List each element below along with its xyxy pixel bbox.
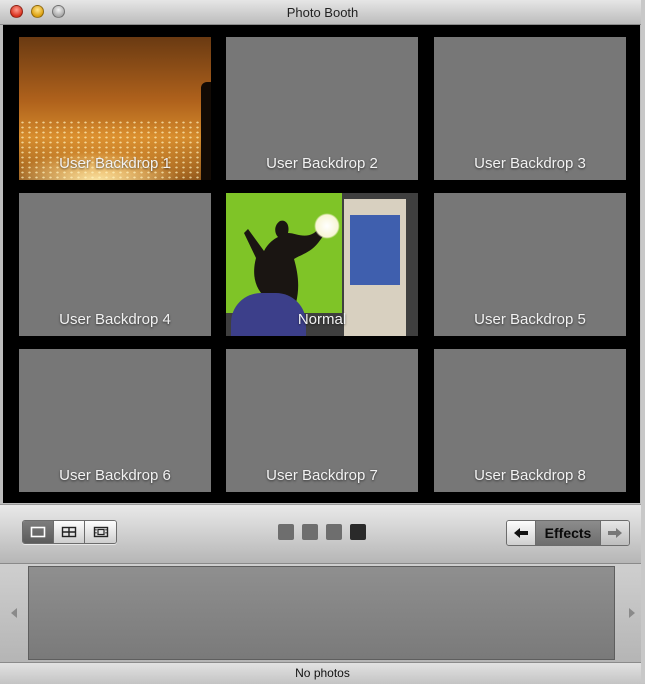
effect-tile-user-backdrop-1[interactable]: User Backdrop 1 <box>19 37 211 180</box>
effects-grid: User Backdrop 1 User Backdrop 2 User Bac… <box>3 25 640 503</box>
status-bar: No photos <box>0 662 645 684</box>
view-mode-control <box>22 520 117 544</box>
effect-tile-label: User Backdrop 2 <box>266 155 378 172</box>
toolbar: Effects <box>0 504 645 563</box>
effect-tile-label: User Backdrop 1 <box>59 155 171 172</box>
title-bar[interactable]: Photo Booth <box>0 0 645 25</box>
effects-button[interactable]: Effects <box>535 521 601 545</box>
photo-booth-window: Photo Booth User Backdrop 1 User Backdro… <box>0 0 645 684</box>
movie-icon <box>93 526 108 538</box>
page-dot-4[interactable] <box>350 524 366 540</box>
tray-scroll-left-button[interactable] <box>0 564 27 662</box>
effect-tile-user-backdrop-8[interactable]: User Backdrop 8 <box>434 349 626 492</box>
arrow-left-icon <box>514 528 528 538</box>
movie-mode-button[interactable] <box>85 521 116 543</box>
effect-tile-label: Normal <box>297 311 347 328</box>
page-dot-3[interactable] <box>326 524 342 540</box>
photo-tray <box>0 563 645 662</box>
previous-effects-button[interactable] <box>507 521 535 545</box>
effect-tile-label: User Backdrop 5 <box>474 311 586 328</box>
effect-tile-user-backdrop-3[interactable]: User Backdrop 3 <box>434 37 626 180</box>
next-effects-button[interactable] <box>601 521 629 545</box>
effect-tile-user-backdrop-5[interactable]: User Backdrop 5 <box>434 193 626 336</box>
photo-strip[interactable] <box>28 566 615 660</box>
effect-tile-user-backdrop-7[interactable]: User Backdrop 7 <box>226 349 418 492</box>
effects-page-indicator <box>278 524 366 540</box>
status-text: No photos <box>295 666 350 680</box>
effect-tile-label: User Backdrop 3 <box>474 155 586 172</box>
effect-tile-label: User Backdrop 6 <box>59 467 171 484</box>
four-up-mode-button[interactable] <box>54 521 85 543</box>
arrow-right-icon <box>608 528 622 538</box>
effect-tile-label: User Backdrop 8 <box>474 467 586 484</box>
effect-tile-user-backdrop-2[interactable]: User Backdrop 2 <box>226 37 418 180</box>
triangle-right-icon <box>628 608 635 618</box>
window-edge <box>641 0 645 683</box>
effect-tile-label: User Backdrop 7 <box>266 467 378 484</box>
effects-control: Effects <box>506 520 630 546</box>
single-photo-icon <box>30 526 46 538</box>
page-dot-2[interactable] <box>302 524 318 540</box>
page-dot-1[interactable] <box>278 524 294 540</box>
window-title: Photo Booth <box>286 5 359 20</box>
four-up-icon <box>61 526 77 538</box>
effect-tile-label: User Backdrop 4 <box>59 311 171 328</box>
single-photo-mode-button[interactable] <box>23 521 54 543</box>
effect-tile-user-backdrop-4[interactable]: User Backdrop 4 <box>19 193 211 336</box>
triangle-left-icon <box>10 608 17 618</box>
effect-tile-user-backdrop-6[interactable]: User Backdrop 6 <box>19 349 211 492</box>
effect-tile-normal[interactable]: Normal <box>226 193 418 336</box>
